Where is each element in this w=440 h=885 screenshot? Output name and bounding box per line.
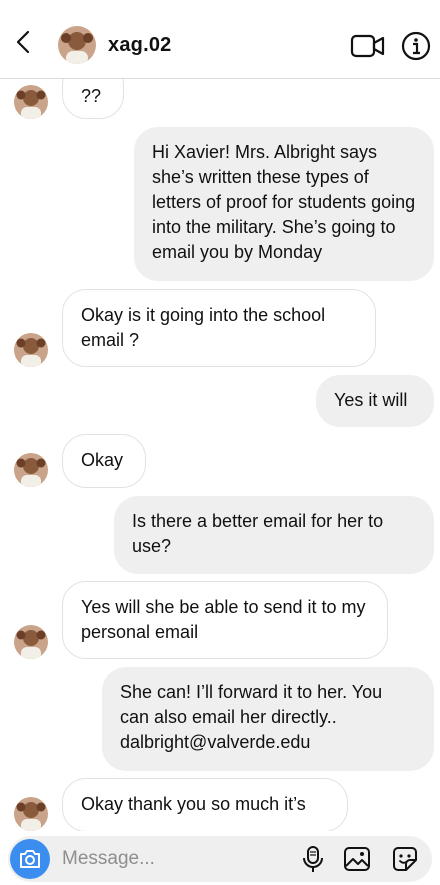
camera-icon — [20, 850, 40, 868]
received-message[interactable]: Okay thank you so much it’s — [62, 778, 348, 831]
sender-avatar[interactable] — [14, 333, 48, 367]
info-icon — [401, 31, 431, 61]
voice-message-button[interactable] — [298, 844, 328, 874]
sent-message[interactable]: Yes it will — [316, 375, 434, 427]
gallery-button[interactable] — [342, 844, 372, 874]
received-message[interactable]: Okay — [62, 434, 146, 488]
chat-username[interactable]: xag.02 — [108, 34, 171, 57]
received-message[interactable]: Yes will she be able to send it to my pe… — [62, 581, 388, 659]
microphone-icon — [303, 846, 323, 872]
image-icon — [344, 847, 370, 871]
sent-message[interactable]: Hi Xavier! Mrs. Albright says she’s writ… — [134, 127, 434, 281]
message-input[interactable] — [62, 846, 282, 872]
info-button[interactable] — [400, 30, 432, 62]
chat-header: xag.02 — [0, 0, 440, 79]
sender-avatar[interactable] — [14, 85, 48, 119]
video-call-button[interactable] — [350, 32, 386, 60]
received-message[interactable]: ?? — [62, 79, 124, 119]
video-camera-icon — [350, 34, 385, 58]
chevron-left-icon — [16, 30, 30, 54]
camera-button[interactable] — [10, 839, 50, 879]
message-thread[interactable]: ?? Hi Xavier! Mrs. Albright says she’s w… — [0, 79, 440, 831]
sender-avatar[interactable] — [14, 453, 48, 487]
sent-message[interactable]: Is there a better email for her to use? — [114, 496, 434, 574]
sticker-button[interactable] — [390, 844, 420, 874]
sender-avatar[interactable] — [14, 797, 48, 831]
sender-avatar[interactable] — [14, 625, 48, 659]
header-avatar[interactable] — [58, 26, 96, 64]
received-message[interactable]: Okay is it going into the school email ? — [62, 289, 376, 367]
message-composer — [8, 836, 432, 882]
back-button[interactable] — [10, 28, 38, 56]
sticker-icon — [393, 847, 417, 871]
sent-message[interactable]: She can! I’ll forward it to her. You can… — [102, 667, 434, 771]
